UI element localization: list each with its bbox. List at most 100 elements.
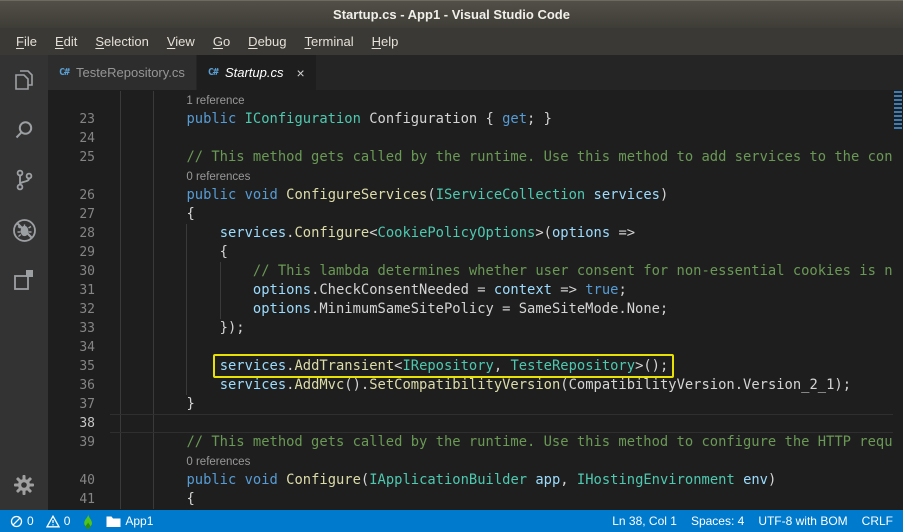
status-item-error[interactable]: 0 [10,514,34,528]
status-item-warning[interactable]: 0 [45,514,71,528]
status-item-label: Ln 38, Col 1 [612,514,677,528]
indent-guide [120,243,121,262]
code-line[interactable]: 39 // This method gets called by the run… [48,433,893,452]
indent-guide [153,300,155,319]
code-text: { [120,490,195,509]
code-line[interactable]: 30 // This lambda determines whether use… [48,262,893,281]
code-line[interactable]: 25 // This method gets called by the run… [48,148,893,167]
error-icon [10,515,23,528]
indent-guide [153,91,155,110]
indent-guide [120,148,121,167]
status-item-spaces-4[interactable]: Spaces: 4 [691,514,744,528]
indent-guide [153,490,155,509]
indent-guide [153,224,155,243]
status-item-crlf[interactable]: CRLF [862,514,893,528]
line-number [48,91,110,110]
menu-item-file[interactable]: File [7,34,46,49]
menu-item-terminal[interactable]: Terminal [295,34,362,49]
line-number: 39 [79,435,95,450]
code-line[interactable]: 41 { [48,490,893,509]
codelens-row[interactable]: 1 reference [48,91,893,110]
menu-item-go[interactable]: Go [204,34,239,49]
code-line[interactable]: 26 public void ConfigureServices(IServic… [48,186,893,205]
code-text: options.CheckConsentNeeded = context => … [110,281,893,300]
indent-guide [219,300,221,319]
indent-guide [219,281,221,300]
search-icon [11,117,37,143]
line-number: 38 [79,416,95,431]
indent-guide [186,224,188,243]
code-editor[interactable]: 1 reference 23 public IConfiguration Conf… [48,90,903,510]
line-number [48,167,110,186]
status-item-ln-38-col-1[interactable]: Ln 38, Col 1 [612,514,677,528]
tab-testerepository-cs[interactable]: C# TesteRepository.cs [48,55,197,90]
code-line[interactable]: 27 { [48,205,893,224]
window-titlebar: Startup.cs - App1 - Visual Studio Code [0,0,903,28]
activitybar-settings-gear-icon[interactable] [0,460,48,510]
menu-item-edit[interactable]: Edit [46,34,86,49]
indent-guide [120,452,121,471]
close-icon[interactable]: × [296,66,304,80]
status-item-label: 0 [63,514,71,528]
line-number: 29 [79,245,95,260]
status-item-utf-8-with-bom[interactable]: UTF-8 with BOM [758,514,847,528]
indent-guide [120,262,121,281]
indent-guide [120,433,121,452]
status-item-label: 0 [27,514,34,528]
menu-item-view[interactable]: View [158,34,204,49]
code-line[interactable]: 32 options.MinimumSameSitePolicy = SameS… [48,300,893,319]
status-item-label: CRLF [861,514,893,528]
current-line-highlight [110,414,893,433]
indent-guide [120,110,121,129]
codelens-label[interactable]: 0 references [110,167,893,186]
activitybar-extensions-icon[interactable] [0,255,48,305]
line-number: 23 [79,112,95,127]
activitybar-debug-icon[interactable] [0,205,48,255]
code-line[interactable]: 28 services.Configure<CookiePolicyOption… [48,224,893,243]
activitybar-explorer-icon[interactable] [0,55,48,105]
codelens-row[interactable]: 0 references [48,452,893,471]
code-line[interactable]: 37 } [48,395,893,414]
tab-startup-cs[interactable]: C# Startup.cs × [196,55,316,90]
code-text: // This method gets called by the runtim… [110,433,893,452]
extensions-icon [11,267,37,293]
indent-guide [153,281,155,300]
codelens-label[interactable]: 1 reference [110,91,893,110]
indent-guide [153,148,155,167]
codelens-row[interactable]: 0 references [48,167,893,186]
activitybar-search-icon[interactable] [0,105,48,155]
menu-item-selection[interactable]: Selection [86,34,157,49]
code-text: { [120,205,195,224]
code-text [110,129,893,148]
code-text: public void ConfigureServices(IServiceCo… [110,186,893,205]
code-text: services.Configure<CookiePolicyOptions>(… [110,224,893,243]
code-line[interactable]: 29 { [48,243,893,262]
indent-guide [153,110,155,129]
code-text: } [120,395,195,414]
code-text: // This method gets called by the runtim… [110,148,893,167]
line-number: 41 [79,492,95,507]
code-line[interactable]: 33 }); [48,319,893,338]
codelens-label[interactable]: 0 references [110,452,893,471]
line-number: 26 [79,188,95,203]
window-title: Startup.cs - App1 - Visual Studio Code [333,7,570,22]
status-item-flame[interactable] [82,513,94,529]
status-right: Ln 38, Col 1 Spaces: 4 UTF-8 with BOM CRLF [612,514,893,528]
status-bar: 0 0 App1 Ln 38, Col 1 Spaces: 4 UTF-8 with B… [0,510,903,532]
code-line[interactable]: 36 services.AddMvc().SetCompatibilityVer… [48,376,893,395]
code-line[interactable]: 23 public IConfiguration Configuration {… [48,110,893,129]
line-number: 28 [79,226,95,241]
menu-item-debug[interactable]: Debug [239,34,295,49]
code-line[interactable]: 24 [48,129,893,148]
source-control-icon [11,167,37,193]
indent-guide [120,167,121,186]
code-line[interactable]: 40 public void Configure(IApplicationBui… [48,471,893,490]
activitybar-source-control-icon[interactable] [0,155,48,205]
status-item-folder[interactable]: App1 [106,514,153,528]
code-line[interactable]: 31 options.CheckConsentNeeded = context … [48,281,893,300]
flame-icon [82,513,94,529]
scrollbar-decoration[interactable] [894,91,902,131]
menu-item-help[interactable]: Help [363,34,408,49]
indent-guide [153,376,155,395]
line-number: 31 [79,283,95,298]
